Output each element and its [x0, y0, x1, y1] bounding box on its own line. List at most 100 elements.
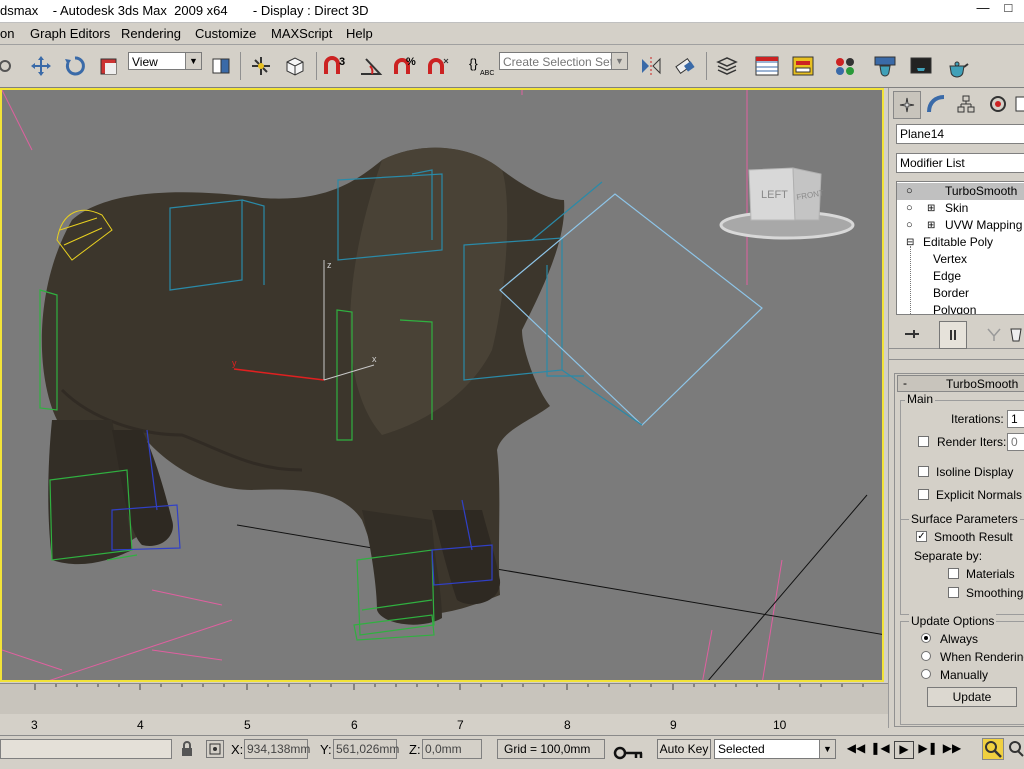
perspective-viewport[interactable]: y x z LEFT FRONT [0, 88, 884, 682]
menu-animation[interactable]: on [0, 26, 14, 41]
maxscript-listener[interactable] [0, 739, 172, 759]
modifier-stack[interactable]: ○ TurboSmooth ○ ⊞ Skin ○ ⊞ UVW Mapping ⊟… [896, 181, 1024, 315]
layer-manager-icon[interactable] [714, 53, 740, 79]
align-icon[interactable] [672, 53, 698, 79]
previous-frame-icon[interactable]: ❚◀ [870, 741, 890, 759]
rendered-frame-icon[interactable] [908, 53, 934, 79]
smooth-result-label: Smooth Result [934, 530, 1013, 544]
tick-label: 5 [244, 718, 251, 732]
expand-icon[interactable]: ⊞ [927, 200, 935, 217]
percent-snap-icon[interactable]: % [392, 53, 418, 79]
render-iters-checkbox[interactable] [918, 436, 929, 447]
absolute-mode-icon[interactable] [206, 740, 224, 758]
manually-radio[interactable] [921, 669, 931, 679]
zoom-icon[interactable] [982, 738, 1004, 760]
remove-modifier-icon[interactable] [1003, 321, 1024, 347]
svg-text:ABC: ABC [480, 70, 494, 77]
pin-stack-icon[interactable] [899, 321, 925, 347]
named-selection-dropdown[interactable]: Create Selection Set ▼ [499, 52, 628, 70]
motion-tab-icon[interactable] [985, 91, 1011, 117]
smoothing-groups-checkbox[interactable] [948, 587, 959, 598]
go-to-end-icon[interactable]: ▶▶ [942, 741, 962, 759]
isoline-display-checkbox[interactable] [918, 466, 929, 477]
render-iters-spinner[interactable]: 0 [1007, 433, 1024, 451]
iterations-spinner[interactable]: 1 [1007, 410, 1024, 428]
display-tab-icon[interactable] [1013, 91, 1024, 117]
stack-item-uvw-mapping[interactable]: ○ ⊞ UVW Mapping [897, 217, 1024, 234]
rollout-header[interactable]: - TurboSmooth [897, 375, 1024, 392]
stack-item-skin[interactable]: ○ ⊞ Skin [897, 200, 1024, 217]
lightbulb-icon[interactable]: ○ [906, 217, 913, 234]
stack-subobj-polygon[interactable]: Polygon [933, 302, 976, 314]
curve-editor-icon[interactable] [754, 53, 780, 79]
chevron-down-icon: ▼ [185, 53, 201, 69]
pivot-icon[interactable] [208, 53, 234, 79]
reference-coord-value: View [132, 55, 158, 69]
hierarchy-tab-icon[interactable] [953, 91, 979, 117]
always-radio[interactable] [921, 633, 931, 643]
stack-subobj-edge[interactable]: Edge [933, 268, 961, 285]
stack-subobj-vertex[interactable]: Vertex [933, 251, 967, 268]
create-tab-icon[interactable] [893, 91, 921, 119]
viewcube[interactable]: LEFT FRONT [717, 160, 857, 250]
show-end-result-icon[interactable] [939, 321, 967, 349]
smooth-result-checkbox[interactable]: ✓ [916, 531, 927, 542]
render-setup-icon[interactable] [872, 53, 898, 79]
go-to-start-icon[interactable]: ◀◀ [846, 741, 866, 759]
object-name-field[interactable]: Plane14 [896, 124, 1024, 144]
render-teapot-icon[interactable] [944, 53, 970, 79]
separate-by-label: Separate by: [914, 549, 983, 563]
lightbulb-icon[interactable]: ○ [906, 200, 913, 217]
menu-rendering[interactable]: Rendering [121, 26, 181, 41]
menu-help[interactable]: Help [346, 26, 373, 41]
auto-key-button[interactable]: Auto Key [657, 739, 711, 759]
key-filter-dropdown[interactable]: Selected ▼ [714, 739, 836, 759]
select-region-icon[interactable] [0, 53, 18, 79]
zoom-all-icon[interactable] [1006, 739, 1024, 759]
tick-label: 4 [137, 718, 144, 732]
minimize-button[interactable]: — [972, 0, 994, 18]
when-rendering-radio[interactable] [921, 651, 931, 661]
modify-tab-icon[interactable] [923, 91, 949, 117]
maximize-button[interactable]: □ [997, 0, 1019, 18]
svg-text:y: y [232, 358, 237, 368]
track-bar[interactable]: 3 4 5 6 7 8 9 10 [0, 684, 888, 732]
select-move-icon[interactable] [28, 53, 54, 79]
y-coord-field[interactable]: 561,026mm [333, 739, 399, 759]
timeline[interactable]: 3 4 5 6 7 8 9 10 [0, 683, 888, 736]
stack-subobj-border[interactable]: Border [933, 285, 969, 302]
lock-icon[interactable] [180, 740, 194, 758]
manually-label: Manually [940, 668, 989, 682]
schematic-view-icon[interactable] [790, 53, 816, 79]
next-frame-icon[interactable]: ▶❚ [918, 741, 938, 759]
explicit-normals-checkbox[interactable] [918, 489, 929, 500]
update-button[interactable]: Update [927, 687, 1017, 707]
smoothing-groups-label: Smoothing G [966, 586, 1024, 600]
material-editor-icon[interactable] [832, 53, 858, 79]
lightbulb-icon[interactable]: ○ [906, 183, 913, 200]
tick-label: 6 [351, 718, 358, 732]
stack-item-turbosmooth[interactable]: ○ TurboSmooth [897, 183, 1024, 200]
play-icon[interactable]: ▶ [894, 741, 914, 759]
menu-customize[interactable]: Customize [195, 26, 256, 41]
materials-checkbox[interactable] [948, 568, 959, 579]
expand-icon[interactable]: ⊞ [927, 217, 935, 234]
angle-snap-icon[interactable] [358, 53, 384, 79]
manipulate-icon[interactable] [248, 53, 274, 79]
set-key-icon[interactable] [612, 744, 646, 762]
select-rotate-icon[interactable] [62, 53, 88, 79]
modifier-list-dropdown[interactable]: Modifier List [896, 153, 1024, 173]
z-coord-field[interactable]: 0,0mm [422, 739, 482, 759]
reference-coord-dropdown[interactable]: View ▼ [128, 52, 202, 70]
menu-graph-editors[interactable]: Graph Editors [30, 26, 110, 41]
select-scale-icon[interactable] [96, 53, 122, 79]
stack-item-editable-poly[interactable]: ⊟ Editable Poly [897, 234, 1024, 251]
keyboard-shortcut-icon[interactable] [282, 53, 308, 79]
grid-size-display: Grid = 100,0mm [497, 739, 605, 759]
spinner-snap-icon[interactable] [426, 53, 452, 79]
menu-maxscript[interactable]: MAXScript [271, 26, 332, 41]
edit-named-selection-icon[interactable]: {} ABC [468, 53, 494, 79]
snap-3d-icon[interactable]: 3 [322, 53, 348, 79]
mirror-icon[interactable] [638, 53, 664, 79]
x-coord-field[interactable]: 934,138mm [244, 739, 310, 759]
